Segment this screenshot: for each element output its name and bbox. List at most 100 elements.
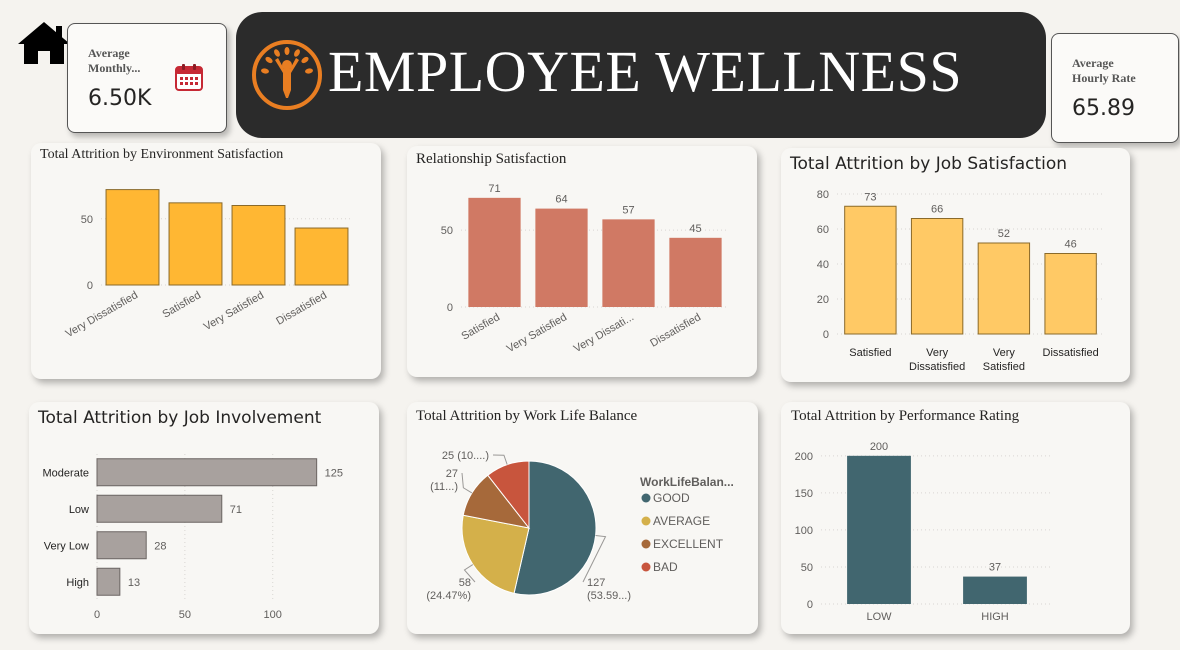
- job-satisfaction-chart: 0 20 40 60 80 73 Satisfied 66 Very Dissatisfied 52…: [817, 189, 1104, 373]
- y-tick-label: 20: [817, 294, 829, 306]
- data-label: 28: [154, 540, 166, 552]
- data-label: 37: [989, 562, 1001, 574]
- slice-percent-label: (11...): [430, 481, 458, 493]
- x-tick-label: Very Satisfied: [505, 311, 569, 355]
- kpi-average-hourly-label-line2: Hourly Rate: [1072, 71, 1136, 85]
- y-tick-label: 0: [807, 599, 813, 611]
- y-tick-label: High: [66, 577, 89, 589]
- kpi-average-hourly-label-line1: Average: [1072, 56, 1114, 70]
- performance-rating-chart: 0 50 100 150 200 200 LOW 37 HIGH: [795, 441, 1053, 623]
- y-tick-label: 50: [801, 562, 813, 574]
- bar: [231, 205, 286, 286]
- x-tick-label: 0: [94, 609, 100, 621]
- data-label: 45: [689, 223, 701, 235]
- legend-marker: [641, 493, 651, 503]
- x-tick-label: Satisfied: [459, 311, 502, 342]
- bar: [844, 205, 897, 335]
- data-label: 52: [998, 228, 1010, 240]
- header-banner: EMPLOYEE WELLNESS: [236, 12, 1046, 138]
- env-satisfaction-card: Total Attrition by Environment Satisfact…: [31, 143, 381, 379]
- slice-value-label: 27: [446, 468, 458, 480]
- y-tick-label: Low: [69, 504, 89, 516]
- legend-title: WorkLifeBalan...: [640, 475, 734, 489]
- slice-value-label: 58: [459, 577, 471, 589]
- job-involvement-card: Total Attrition by Job Involvement 0 50 10…: [29, 402, 379, 634]
- relationship-satisfaction-chart: 0 50 71 Satisfied 64 Very Satisfied 57 Very Dis…: [441, 183, 729, 355]
- data-label: 200: [870, 441, 888, 453]
- bar: [294, 227, 349, 286]
- legend-item: BAD: [653, 560, 678, 574]
- kpi-average-monthly-label-line1: Average: [88, 46, 130, 60]
- work-life-balance-chart: 127(53.59...) 58(24.47%) 27(11...) 25 (10..…: [426, 450, 734, 602]
- data-label: 125: [325, 467, 343, 479]
- data-label: 13: [128, 577, 140, 589]
- x-tick-label: Very Satisfied: [202, 289, 266, 333]
- bar: [105, 189, 160, 286]
- x-tick-label: Very: [926, 347, 949, 359]
- data-label: 57: [622, 204, 634, 216]
- x-tick-label: Satisfied: [160, 289, 203, 320]
- person-wellness-icon: [252, 40, 322, 110]
- slice-value-label: 25 (10....): [442, 450, 489, 462]
- home-icon[interactable]: [16, 20, 72, 66]
- y-tick-label: Moderate: [43, 467, 89, 479]
- x-tick-label: Very: [993, 347, 1016, 359]
- bar: [847, 455, 911, 604]
- x-tick-label: Dissatisfied: [1043, 347, 1099, 359]
- x-tick-label: Satisfied: [983, 361, 1025, 373]
- slice-percent-label: (24.47%): [426, 590, 471, 602]
- y-tick-label: 50: [81, 214, 93, 226]
- x-tick-label: HIGH: [981, 611, 1009, 623]
- kpi-average-monthly-value: 6.50K: [88, 86, 152, 111]
- legend-marker: [641, 516, 651, 526]
- x-tick-label: Dissatisfied: [274, 289, 329, 328]
- data-label: 73: [864, 191, 876, 203]
- bar: [535, 208, 588, 307]
- y-tick-label: 60: [817, 224, 829, 236]
- calendar-icon: [175, 64, 203, 91]
- x-tick-label: 100: [264, 609, 282, 621]
- y-tick-label: 50: [441, 225, 453, 237]
- bar: [977, 242, 1031, 335]
- x-tick-label: LOW: [866, 611, 892, 623]
- x-tick-label: Dissatisfied: [909, 361, 965, 373]
- y-tick-label: 0: [87, 280, 93, 292]
- job-involvement-chart: 0 50 100 Moderate 125 Low 71 Very Low 28 High 13: [43, 454, 343, 621]
- y-tick-label: 100: [795, 525, 813, 537]
- x-tick-label: Very Dissati...: [572, 311, 636, 355]
- bar: [910, 218, 964, 335]
- job-satisfaction-card: Total Attrition by Job Satisfaction 0 20 4…: [781, 148, 1130, 382]
- data-label: 71: [230, 504, 242, 516]
- page-title: EMPLOYEE WELLNESS: [328, 39, 963, 104]
- y-tick-label: 150: [795, 488, 813, 500]
- x-tick-label: Satisfied: [849, 347, 891, 359]
- y-tick-label: Very Low: [44, 540, 89, 552]
- y-tick-label: 80: [817, 189, 829, 201]
- x-tick-label: 50: [179, 609, 191, 621]
- work-life-balance-card: Total Attrition by Work Life Balance 127…: [407, 402, 758, 634]
- kpi-average-monthly-label: Average Monthly...: [88, 46, 140, 76]
- data-label: 66: [931, 204, 943, 216]
- bar: [468, 197, 521, 307]
- kpi-average-hourly-card: Average Hourly Rate 65.89: [1051, 33, 1179, 143]
- y-tick-label: 200: [795, 451, 813, 463]
- bar: [96, 531, 147, 560]
- leader-line: [461, 472, 473, 494]
- relationship-satisfaction-card: Relationship Satisfaction 0 50 71 Satisfied…: [407, 146, 757, 377]
- data-label: 64: [555, 194, 567, 206]
- legend-marker: [641, 562, 651, 572]
- kpi-average-monthly-label-line2: Monthly...: [88, 61, 141, 75]
- bar: [669, 237, 722, 307]
- legend-marker: [641, 539, 651, 549]
- bar: [96, 458, 318, 487]
- x-tick-label: Very Dissatisfied: [64, 289, 140, 340]
- slice-percent-label: (53.59...): [587, 590, 631, 602]
- legend-item: AVERAGE: [653, 514, 710, 528]
- bar: [168, 202, 223, 286]
- bar: [1044, 253, 1097, 335]
- leader-line: [492, 454, 508, 465]
- bar: [602, 219, 655, 307]
- data-label: 71: [488, 183, 500, 195]
- performance-rating-card: Total Attrition by Performance Rating 05…: [781, 402, 1130, 634]
- y-tick-label: 0: [447, 302, 453, 314]
